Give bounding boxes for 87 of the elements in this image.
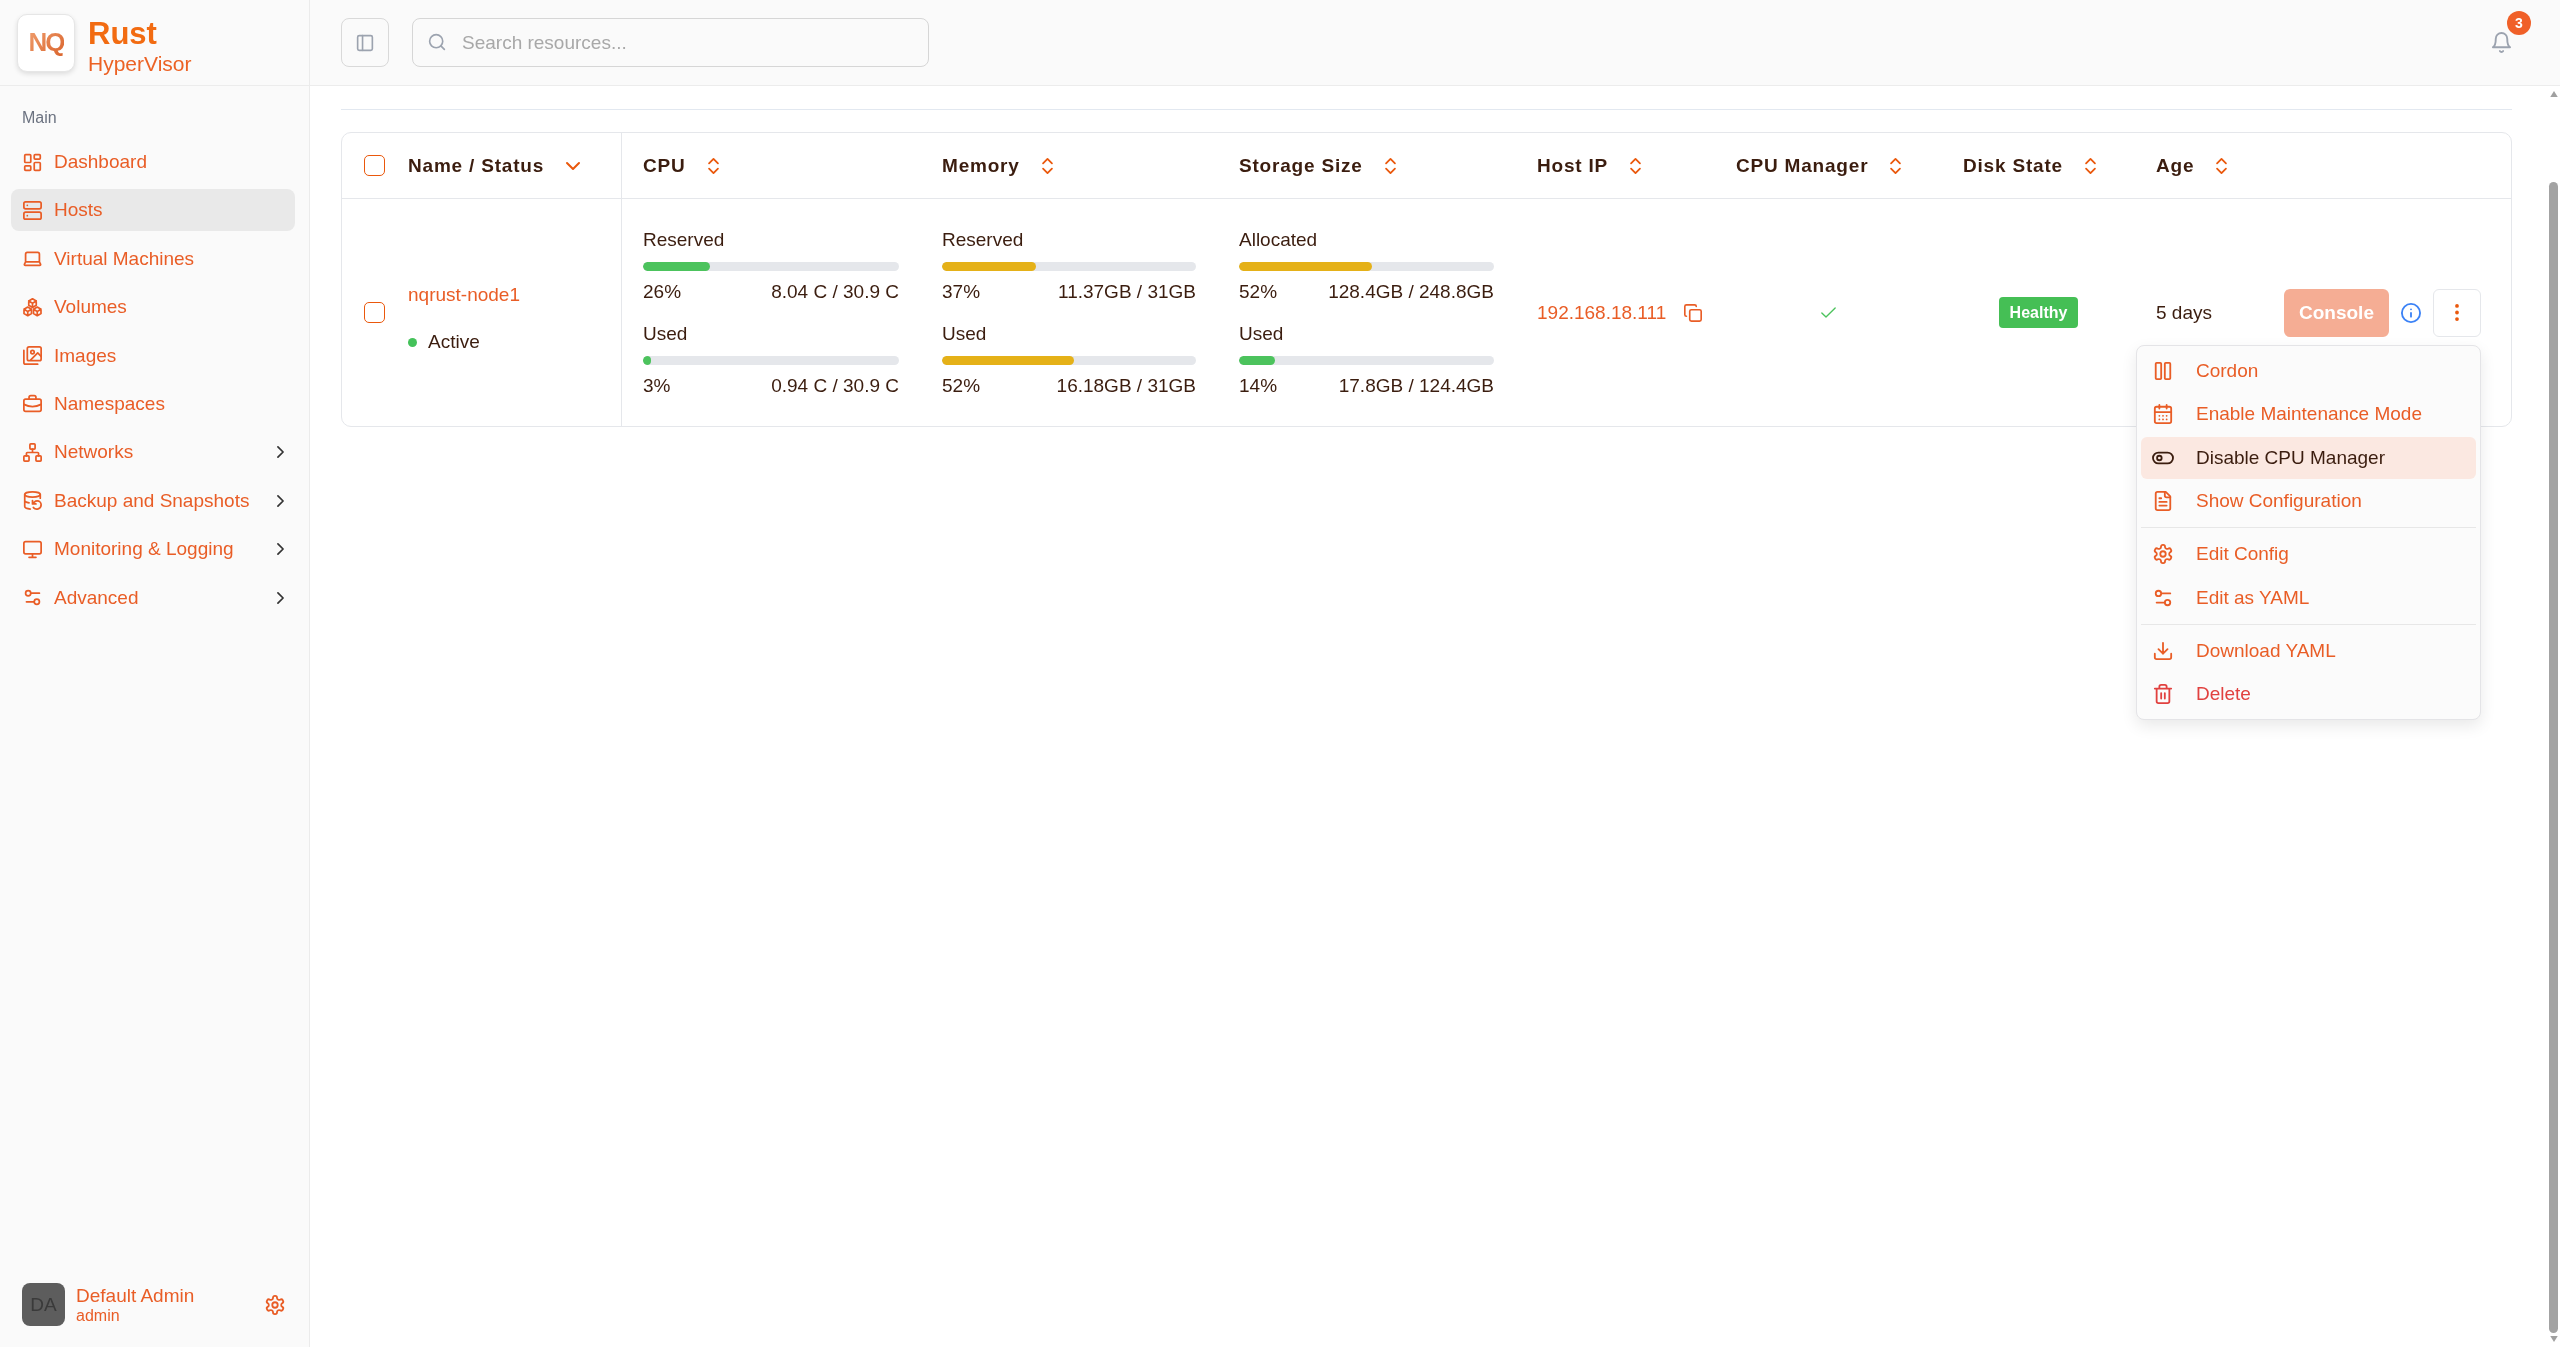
document-icon xyxy=(2152,491,2173,511)
calendar-icon xyxy=(2152,404,2173,424)
nav-item[interactable]: Backup and Snapshots xyxy=(11,479,295,522)
nav-item[interactable]: Images xyxy=(11,334,295,377)
nav-item[interactable]: Networks xyxy=(11,431,295,474)
brand-name: Rust xyxy=(88,17,158,50)
meter-percent: 26% xyxy=(643,279,682,304)
meter-amount: 16.18GB / 31GB xyxy=(1056,373,1196,398)
pause-icon xyxy=(2152,360,2173,381)
search-icon xyxy=(428,33,446,51)
download-icon xyxy=(2152,640,2173,661)
menu-item[interactable]: Show Configuration xyxy=(2140,480,2476,522)
host-name-link[interactable]: nqrust-node1 xyxy=(408,283,520,307)
notification-badge: 3 xyxy=(2507,11,2531,35)
grid-icon xyxy=(23,152,42,172)
meter-amount: 0.94 C / 30.9 C xyxy=(771,373,899,398)
trash-icon xyxy=(2152,684,2173,704)
search-field[interactable]: Search resources... xyxy=(412,18,929,67)
column-header[interactable]: Storage Size xyxy=(1239,154,1396,177)
brand-logo: NQ xyxy=(17,13,75,72)
meter-label: Allocated xyxy=(1239,227,1319,252)
briefcase-icon xyxy=(23,394,42,414)
age-text: 5 days xyxy=(2156,301,2212,324)
status-text: Active xyxy=(428,330,480,354)
menu-item[interactable]: Edit Config xyxy=(2140,533,2476,575)
meter-amount: 8.04 C / 30.9 C xyxy=(771,279,899,304)
column-header[interactable]: CPU xyxy=(643,154,719,177)
meter-amount: 11.37GB / 31GB xyxy=(1058,279,1196,304)
column-header[interactable]: Memory xyxy=(942,154,1053,177)
column-header[interactable]: Host IP xyxy=(1537,154,1642,177)
meter-percent: 52% xyxy=(1239,279,1278,304)
monitor-icon xyxy=(23,539,42,559)
scrollbar-thumb[interactable] xyxy=(2549,182,2558,1333)
sidebar-toggle-button[interactable] xyxy=(341,18,389,67)
info-icon[interactable] xyxy=(2400,302,2421,323)
menu-item[interactable]: Disable CPU Manager xyxy=(2140,436,2476,479)
menu-item[interactable]: Delete xyxy=(2140,673,2476,715)
panel-icon xyxy=(356,33,374,52)
meter-percent: 3% xyxy=(643,373,671,398)
nav-item[interactable]: Virtual Machines xyxy=(11,237,295,280)
database-icon xyxy=(23,491,42,511)
bell-icon[interactable] xyxy=(2491,32,2512,53)
meter-label: Used xyxy=(643,321,689,346)
arrow-down-icon[interactable] xyxy=(2549,1336,2558,1342)
host-ip-link[interactable]: 192.168.18.111 xyxy=(1537,300,1667,325)
meter-amount: 128.4GB / 248.8GB xyxy=(1328,279,1494,304)
meter-label: Reserved xyxy=(643,227,726,252)
meter-label: Reserved xyxy=(942,227,1025,252)
user-role: admin xyxy=(76,1306,121,1325)
menu-item[interactable]: Edit as YAML xyxy=(2140,576,2476,619)
meter-percent: 37% xyxy=(942,279,981,304)
nav-item[interactable]: Namespaces xyxy=(11,382,295,425)
column-header[interactable]: Disk State xyxy=(1963,154,2096,177)
checkbox[interactable] xyxy=(364,155,385,176)
meter-amount: 17.8GB / 124.4GB xyxy=(1338,373,1494,398)
status-badge: Healthy xyxy=(1998,297,2079,328)
cubes-icon xyxy=(23,297,42,317)
sliders-icon xyxy=(2152,587,2173,608)
checkbox[interactable] xyxy=(364,302,385,323)
arrow-up-icon[interactable] xyxy=(2549,91,2558,97)
nav-item[interactable]: Monitoring & Logging xyxy=(11,528,295,571)
images-icon xyxy=(23,346,42,366)
vertical-dots-icon xyxy=(2454,304,2459,321)
column-header[interactable]: Name / Status xyxy=(408,154,581,177)
meter-percent: 52% xyxy=(942,373,981,398)
meter-percent: 14% xyxy=(1239,373,1278,398)
menu-item[interactable]: Enable Maintenance Mode xyxy=(2140,393,2476,435)
nav-item[interactable]: Advanced xyxy=(11,576,295,619)
copy-icon[interactable] xyxy=(1684,303,1703,322)
sliders-icon xyxy=(23,588,42,607)
meter-label: Used xyxy=(942,321,988,346)
section-label: Main xyxy=(22,108,58,128)
nav-item[interactable]: Volumes xyxy=(11,286,295,329)
menu-item[interactable]: Download YAML xyxy=(2140,629,2476,672)
column-header[interactable]: Age xyxy=(2156,154,2228,177)
nav-item[interactable]: Dashboard xyxy=(11,141,295,183)
meter-label: Used xyxy=(1239,321,1285,346)
nav-item[interactable]: Hosts xyxy=(11,189,295,232)
server-icon xyxy=(23,200,42,220)
settings-icon[interactable] xyxy=(265,1294,285,1315)
laptop-icon xyxy=(23,249,42,269)
user-name: Default Admin xyxy=(76,1284,195,1307)
network-icon xyxy=(23,442,42,462)
brand-subtitle: HyperVisor xyxy=(88,51,192,76)
settings-icon xyxy=(2152,544,2173,564)
menu-item[interactable]: Cordon xyxy=(2140,349,2476,392)
column-header[interactable]: CPU Manager xyxy=(1736,154,1902,177)
